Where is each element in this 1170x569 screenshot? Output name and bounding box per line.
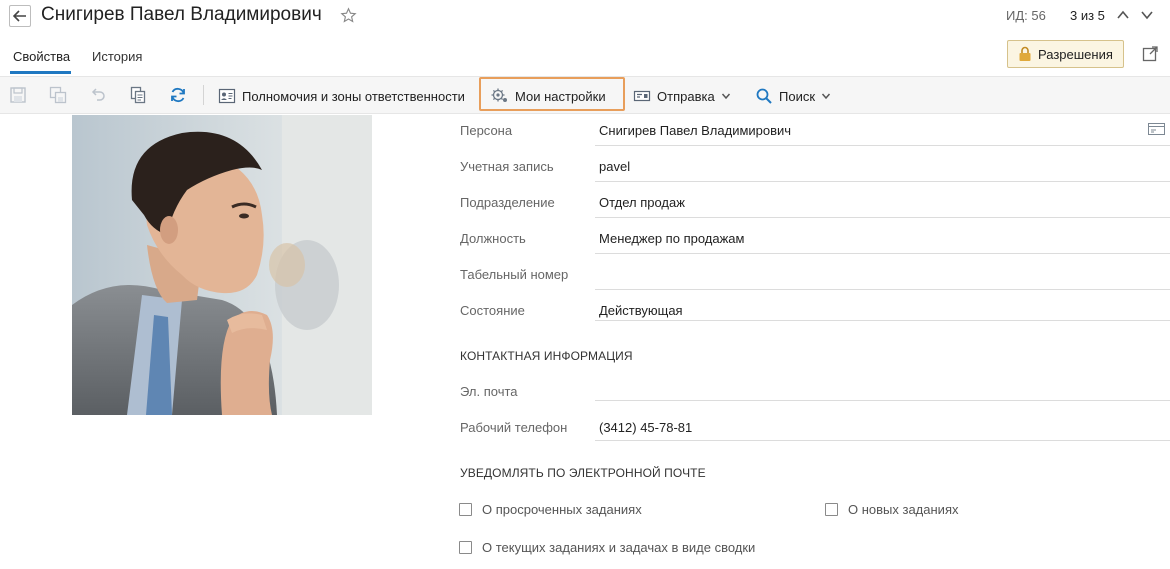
field-underline — [595, 289, 1170, 290]
checkbox-overdue-tasks[interactable] — [459, 503, 472, 516]
refresh-icon[interactable] — [169, 86, 187, 104]
tab-history[interactable]: История — [92, 49, 142, 64]
send-dropdown[interactable]: Отправка — [633, 86, 731, 106]
field-value-person[interactable]: Снигирев Павел Владимирович — [599, 123, 791, 138]
checkbox-label-summary[interactable]: О текущих заданиях и задачах в виде свод… — [482, 540, 755, 555]
field-underline — [595, 145, 1170, 146]
record-id: ИД: 56 — [1006, 8, 1046, 23]
section-notify-heading: УВЕДОМЛЯТЬ ПО ЭЛЕКТРОННОЙ ПОЧТЕ — [460, 466, 706, 480]
search-icon — [756, 88, 772, 104]
responsibilities-icon — [218, 88, 236, 104]
field-underline — [595, 320, 1170, 321]
undo-icon[interactable] — [89, 86, 107, 104]
chevron-down-icon — [721, 93, 730, 100]
field-value-account[interactable]: pavel — [599, 159, 630, 174]
chevron-down-icon[interactable] — [1140, 8, 1154, 22]
chevron-up-icon[interactable] — [1116, 8, 1130, 22]
tab-properties[interactable]: Свойства — [13, 49, 70, 64]
field-label-person: Персона — [460, 123, 513, 138]
send-icon — [633, 90, 651, 102]
employee-photo — [72, 115, 372, 415]
arrow-left-icon — [13, 10, 26, 22]
field-label-department: Подразделение — [460, 195, 555, 210]
checkbox-label-overdue[interactable]: О просроченных заданиях — [482, 502, 642, 517]
checkbox-new-tasks[interactable] — [825, 503, 838, 516]
search-dropdown[interactable]: Поиск — [755, 86, 831, 106]
page-title: Снигирев Павел Владимирович — [41, 4, 322, 25]
card-icon[interactable] — [1148, 122, 1165, 136]
open-external-icon[interactable] — [1142, 45, 1159, 62]
field-label-email: Эл. почта — [460, 384, 518, 399]
responsibilities-button[interactable]: Полномочия и зоны ответственности — [218, 86, 465, 106]
my-settings-button[interactable]: Мои настройки — [490, 86, 606, 106]
field-value-status[interactable]: Действующая — [599, 303, 683, 318]
back-button[interactable] — [9, 5, 31, 27]
save-icon[interactable] — [9, 86, 27, 104]
field-underline — [595, 440, 1170, 441]
toolbar-separator — [203, 85, 204, 105]
lock-icon — [1019, 46, 1031, 61]
send-label: Отправка — [657, 88, 715, 104]
my-settings-label: Мои настройки — [515, 88, 606, 104]
responsibilities-label: Полномочия и зоны ответственности — [242, 88, 465, 104]
field-underline — [595, 400, 1170, 401]
save-and-close-icon[interactable] — [49, 86, 67, 104]
record-pager: 3 из 5 — [1070, 8, 1105, 23]
user-settings-icon — [491, 88, 507, 102]
checkbox-label-new[interactable]: О новых заданиях — [848, 502, 958, 517]
field-label-phone: Рабочий телефон — [460, 420, 568, 435]
field-label-personnel-number: Табельный номер — [460, 267, 569, 282]
field-label-account: Учетная запись — [460, 159, 554, 174]
field-underline — [595, 217, 1170, 218]
active-tab-indicator — [10, 71, 71, 74]
search-label: Поиск — [779, 88, 816, 104]
field-value-department[interactable]: Отдел продаж — [599, 195, 685, 210]
field-label-position: Должность — [460, 231, 526, 246]
chevron-down-icon — [821, 93, 831, 100]
field-label-status: Состояние — [460, 303, 525, 318]
field-underline — [595, 253, 1170, 254]
section-contact-heading: КОНТАКТНАЯ ИНФОРМАЦИЯ — [460, 349, 633, 363]
permissions-button[interactable]: Разрешения — [1007, 40, 1124, 68]
checkbox-current-tasks-summary[interactable] — [459, 541, 472, 554]
field-underline — [595, 181, 1170, 182]
field-value-position[interactable]: Менеджер по продажам — [599, 231, 744, 246]
permissions-label: Разрешения — [1038, 46, 1113, 62]
field-value-phone[interactable]: (3412) 45-78-81 — [599, 420, 692, 435]
star-icon[interactable] — [340, 7, 357, 24]
copy-icon[interactable] — [129, 86, 147, 104]
